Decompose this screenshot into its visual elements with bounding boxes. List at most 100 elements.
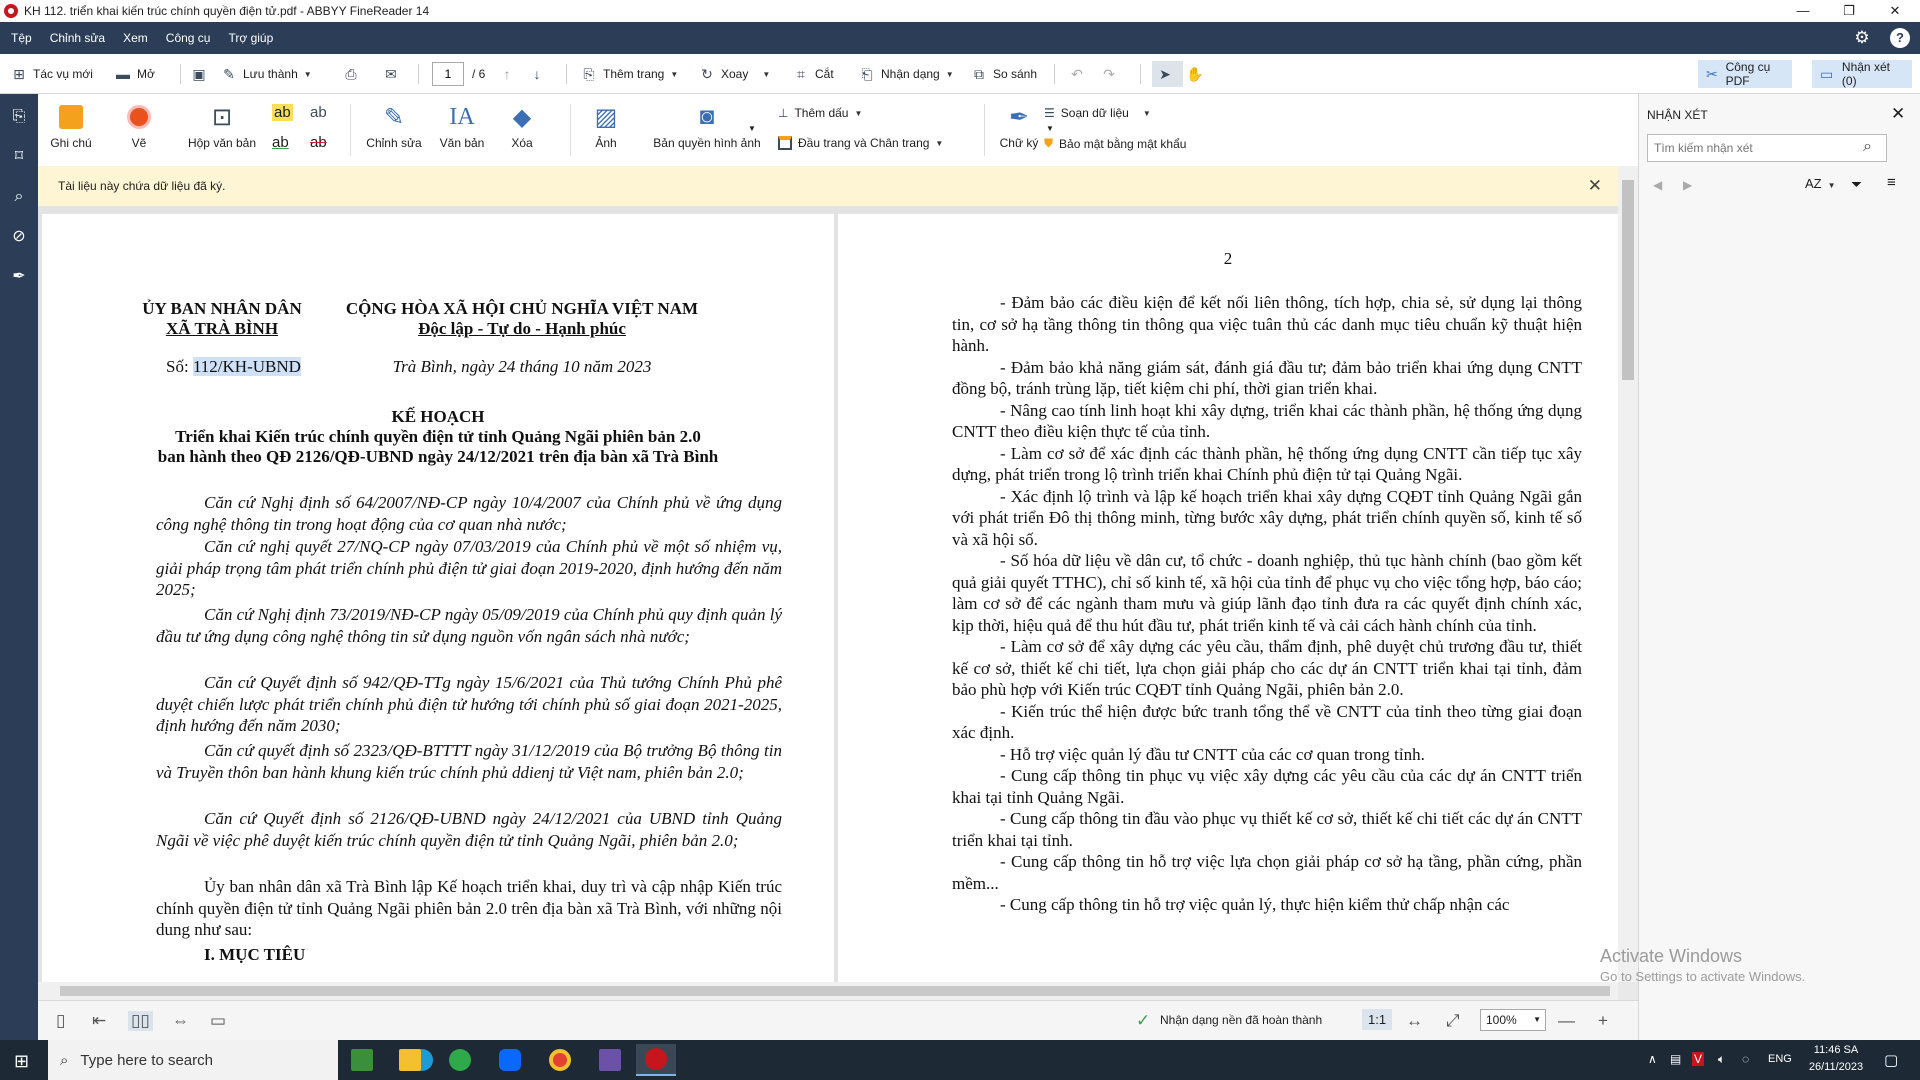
add-page-dropdown-icon[interactable]: ▼ [670,70,678,79]
undo-button[interactable]: ↶ [1068,61,1091,87]
menu-help[interactable]: Trợ giúp [219,31,282,45]
actual-size-button[interactable]: 1:1 [1362,1009,1393,1030]
squiggly-text-icon[interactable]: ab [272,134,289,151]
filter-icon[interactable]: ⏷ [1851,176,1862,193]
rotate-button[interactable]: ↻ Xoay ▼ [698,61,770,87]
menu-file[interactable]: Tệp [2,31,41,45]
menu-view[interactable]: Xem [114,31,157,45]
zalo-icon[interactable] [490,1044,530,1076]
email-button[interactable]: ✉ [382,61,405,87]
menu-edit[interactable]: Chỉnh sửa [41,31,114,45]
open-button[interactable]: ▬ Mở [114,61,155,87]
zoom-out-icon[interactable]: — [1558,1011,1575,1031]
single-page-view-icon[interactable]: ▯ [56,1011,65,1031]
menu-tools[interactable]: Công cụ [157,31,220,45]
taskbar-search-box[interactable]: ⌕ Type here to search [48,1040,338,1080]
text-button[interactable]: IA Văn bản [438,102,486,151]
draw-button[interactable]: Vẽ [116,102,162,150]
help-icon[interactable]: ? [1890,28,1910,48]
erase-button[interactable]: ◆ Xóa [502,102,542,151]
show-hidden-icons[interactable]: ∧ [1648,1052,1657,1066]
search-icon[interactable]: ⌕ [1863,138,1872,156]
recognize-dropdown-icon[interactable]: ▼ [946,70,954,79]
bookmark-icon[interactable]: ⌑ [8,146,30,168]
underline-text-icon[interactable]: ab [310,104,327,121]
edit-data-dropdown-icon[interactable]: ▼ [1143,109,1151,118]
horizontal-scrollbar[interactable] [38,982,1618,1000]
comment-search-input[interactable] [1647,134,1887,162]
clock-time[interactable]: 11:46 SA [1806,1044,1866,1056]
add-marker-dropdown-icon[interactable]: ▼ [854,109,862,118]
close-window-button[interactable]: ✕ [1872,0,1918,22]
settings-gear-icon[interactable]: ⚙ [1852,28,1872,48]
chrome-icon[interactable] [540,1044,580,1076]
compare-button[interactable]: ⧉ So sánh [970,61,1037,87]
restore-button[interactable]: ❐ [1826,0,1872,22]
header-footer-button[interactable]: Đầu trang và Chân trang ▼ [778,136,943,150]
zoom-select[interactable]: 100% ▼ [1480,1009,1546,1031]
clock-date[interactable]: 26/11/2023 [1800,1061,1872,1073]
redo-button[interactable]: ↷ [1100,61,1123,87]
minimize-button[interactable]: — [1780,0,1826,22]
signature-button[interactable]: ✒ Chữ ký [996,102,1042,151]
notification-icon[interactable]: ▢ [1884,1051,1898,1069]
pdf-tools-button[interactable]: ✂ Công cụ PDF [1698,60,1792,88]
vertical-scrollbar[interactable] [1618,166,1638,982]
pages-icon[interactable]: ⎘ [8,106,30,128]
signature-pen-icon[interactable]: ✒ [8,266,30,288]
document-number-value[interactable]: 112/KH-UBND [192,357,301,376]
scroll-view-icon[interactable]: ⇔ [172,1011,189,1031]
prev-comment-icon[interactable]: ◀ [1653,178,1662,192]
note-button[interactable]: Ghi chú [46,102,96,150]
christmas-tree-icon[interactable] [342,1044,382,1076]
close-panel-icon[interactable]: ✕ [1891,104,1905,124]
zoom-in-icon[interactable]: + [1598,1011,1608,1031]
next-page-button[interactable]: ↓ [528,61,551,87]
windows-start-icon[interactable]: ⊞ [14,1051,29,1072]
print-button[interactable]: ⎙ [342,61,365,87]
strikethrough-text-icon[interactable]: ab [310,134,327,151]
header-footer-dropdown-icon[interactable]: ▼ [935,139,943,148]
fit-width-view-icon[interactable]: ⇤ [92,1011,106,1031]
add-marker-button[interactable]: ⊥ Thêm dấu ▼ [778,106,862,120]
select-tool-button[interactable]: ➤ [1152,61,1183,87]
two-page-view-icon[interactable]: ▯▯ [128,1011,153,1031]
abbyy-taskbar-icon[interactable] [636,1044,676,1076]
search-icon[interactable]: ⌕ [8,186,30,208]
volume-icon[interactable]: 🔈︎ [1718,1052,1725,1067]
signature-dropdown-icon[interactable]: ▼ [1046,124,1054,133]
comments-toggle-button[interactable]: ▭ Nhận xét (0) [1812,60,1912,88]
hand-tool-button[interactable]: ✋ [1186,61,1209,87]
new-task-button[interactable]: ⊞ Tác vụ mới [10,61,93,87]
sort-button[interactable]: AZ ▼ [1805,176,1836,191]
page-number-input[interactable] [432,62,464,86]
prev-page-button[interactable]: ↑ [498,61,521,87]
password-protect-button[interactable]: ⛊ Bảo mật bằng mật khẩu [1044,136,1186,151]
next-comment-icon[interactable]: ▶ [1683,178,1692,192]
edit-data-button[interactable]: ☰ Soạn dữ liệu ▼ [1044,106,1151,120]
calendar-app-icon[interactable] [590,1044,630,1076]
fit-width-icon[interactable]: ↔ [1406,1011,1423,1031]
green-app-icon[interactable] [440,1044,480,1076]
image-button[interactable]: ▨ Ảnh [586,102,626,151]
watermark-button[interactable]: ◙ Bản quyền hình ảnh [652,102,762,150]
save-as-button[interactable]: ✎ Lưu thành ▼ [220,61,312,87]
collapse-all-icon[interactable]: ≡ [1887,174,1896,191]
watermark-dropdown-icon[interactable]: ▼ [748,124,756,133]
recognize-button[interactable]: ⎗ Nhận dạng ▼ [858,61,954,87]
present-view-icon[interactable]: ▭ [210,1011,226,1031]
horizontal-scroll-thumb[interactable] [60,986,1610,996]
network-icon[interactable]: ▤ [1670,1052,1681,1066]
save-as-dropdown-icon[interactable]: ▼ [304,70,312,79]
vertical-scroll-thumb[interactable] [1622,180,1634,380]
edit-button[interactable]: ✎ Chỉnh sửa [364,102,424,151]
crop-button[interactable]: ⌗ Cắt [792,61,834,87]
close-notice-icon[interactable]: ✕ [1588,176,1602,196]
save-button[interactable]: ▣ [190,61,213,87]
add-page-button[interactable]: ⎘ Thêm trang ▼ [580,61,678,87]
attachment-icon[interactable]: ⊘ [8,226,30,248]
wifi-icon[interactable]: ◌ [1742,1052,1749,1066]
language-indicator[interactable]: ENG [1768,1053,1792,1065]
rotate-dropdown-icon[interactable]: ▼ [762,70,770,79]
highlight-text-icon[interactable]: ab [272,104,293,121]
